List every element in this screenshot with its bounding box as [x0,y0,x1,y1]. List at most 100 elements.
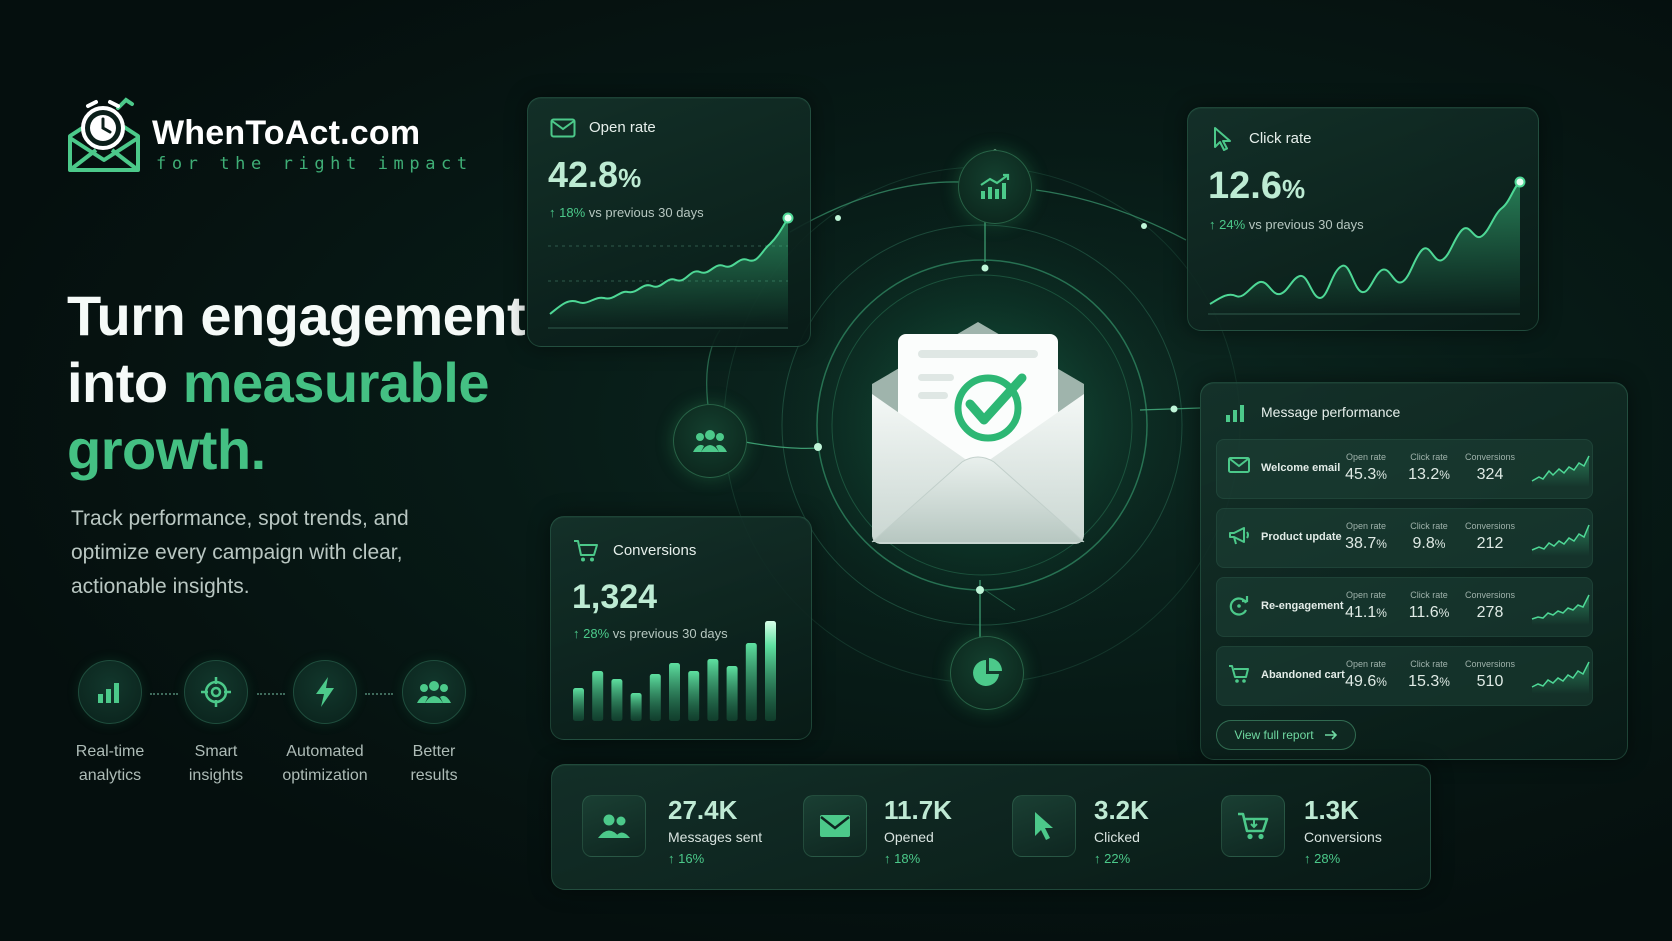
conversions-card[interactable]: Conversions 1,324 ↑ 28% vs previous 30 d… [550,516,812,740]
row-name: Abandoned cart [1261,669,1345,681]
hub-node-growth [958,150,1032,224]
col-header-click: Click rate [1410,659,1448,669]
message-performance-card: Message performance Welcome email Open r… [1200,382,1628,760]
central-envelope [862,312,1094,552]
row-name: Re-engagement [1261,600,1344,612]
arrow-right-icon [1324,730,1337,740]
headline-line-2: into measurable [67,349,525,416]
hub-node-pie [950,636,1024,710]
lightning-icon [293,660,357,724]
open-value: 41.1 [1345,604,1377,621]
stat-label: Conversions [1304,829,1382,845]
feature-label-line2: insights [188,767,244,784]
row-open-rate: Open rate 45.3% [1338,452,1394,484]
conversion-bar [765,621,776,721]
view-full-report-label: View full report [1234,728,1314,742]
conversion-bar [611,679,623,721]
col-header-open: Open rate [1345,590,1387,600]
col-header-click: Click rate [1410,452,1448,462]
pct-sign: % [1376,675,1387,689]
row-conversions: Conversions 278 [1462,590,1518,622]
conversion-bar [649,674,661,721]
pct-sign: % [1434,537,1446,551]
row-open-rate: Open rate 49.6% [1338,659,1394,691]
row-sparkline [1531,524,1590,556]
row-click-rate: Click rate 11.6% [1401,590,1457,622]
brand-logo [66,94,142,174]
row-sparkline [1531,455,1590,487]
conversion-bar [592,671,604,721]
stat-value: 27.4K [668,795,738,825]
bar-chart-icon [78,660,142,724]
bar-chart-icon [1225,403,1247,428]
col-header-click: Click rate [1410,521,1448,531]
click-rate-card[interactable]: Click rate 12.6% ↑ 24% vs previous 30 da… [1187,107,1539,331]
users-icon [402,660,466,724]
open-rate-card[interactable]: Open rate 42.8% ↑ 18% vs previous 30 day… [527,97,811,347]
feature-label-line1: Automated [286,743,364,760]
envelope-icon [1228,457,1250,478]
feature-automated-optimization: Automated optimization [265,660,385,788]
stat-value: 11.7K [884,795,952,825]
arrow-up-icon: ↑ [668,851,675,866]
open-value: 49.6 [1345,673,1377,690]
conversion-bar [707,659,719,721]
col-header-conversions: Conversions [1464,590,1516,600]
stat-value: 1.3K [1304,795,1359,825]
conversion-bar [726,666,738,721]
open-rate-sparkline [548,212,794,329]
conversion-bar [745,643,757,721]
conversions-value: 510 [1476,673,1504,690]
stat-delta-value: 18% [894,851,921,866]
conversion-bar [688,671,700,721]
performance-row-abandoned-cart[interactable]: Abandoned cart Open rate 49.6% Click rate… [1216,646,1593,706]
brand-name: WhenToAct.com [152,114,421,152]
cursor-icon [1012,795,1076,857]
view-full-report-button[interactable]: View full report [1216,720,1356,750]
row-name: Product update [1261,531,1342,543]
performance-row-product-update[interactable]: Product update Open rate 38.7% Click rate… [1216,508,1593,568]
click-rate-sparkline [1208,176,1526,315]
stat-delta-value: 22% [1104,851,1131,866]
headline-line-1: Turn engagement [67,284,526,347]
cart-icon [1221,795,1285,857]
feature-label-line1: Real-time [75,743,145,760]
open-envelope-check-icon [871,322,1085,544]
performance-title: Message performance [1261,404,1401,420]
brand-tagline: for the right impact [156,154,473,174]
open-rate-value: 42.8% [548,154,641,196]
row-click-rate: Click rate 9.8% [1401,521,1457,553]
growth-chart-icon [980,173,1010,199]
envelope-icon [803,795,867,857]
arrow-up-icon: ↑ [1304,851,1311,866]
pct-sign: % [1439,468,1450,482]
col-header-conversions: Conversions [1464,452,1516,462]
performance-row-re-engagement[interactable]: Re-engagement Open rate 41.1% Click rate 1… [1216,577,1593,637]
refresh-icon [1228,595,1250,622]
users-icon [693,430,727,452]
cart-icon [573,539,599,568]
open-rate-unit: % [618,163,642,193]
feature-better-results: Better results [374,660,494,788]
conversions-bar-chart [573,621,776,721]
col-header-click: Click rate [1410,590,1448,600]
click-rate-title: Click rate [1249,130,1312,147]
row-conversions: Conversions 212 [1462,521,1518,553]
stat-delta-value: 16% [678,851,705,866]
stat-label: Messages sent [668,829,763,845]
hub-node-audience [673,404,747,478]
click-value: 15.3 [1408,673,1440,690]
arrow-up-icon: ↑ [884,851,891,866]
stat-label: Opened [884,829,934,845]
open-rate-title: Open rate [589,119,656,136]
col-header-open: Open rate [1345,452,1387,462]
click-value: 9.8 [1412,535,1435,552]
conversion-bar [630,693,642,721]
stat-value: 3.2K [1094,795,1149,825]
performance-row-welcome-email[interactable]: Welcome email Open rate 45.3% Click rate 1… [1216,439,1593,499]
conversions-value: 212 [1476,535,1504,552]
summary-stats-strip: 27.4K Messages sent ↑ 16% 11.7K Opened ↑… [551,764,1431,890]
stat-delta-value: 28% [1314,851,1341,866]
open-value: 45.3 [1345,466,1377,483]
hero-headline: Turn engagement into measurable growth. [67,282,526,483]
